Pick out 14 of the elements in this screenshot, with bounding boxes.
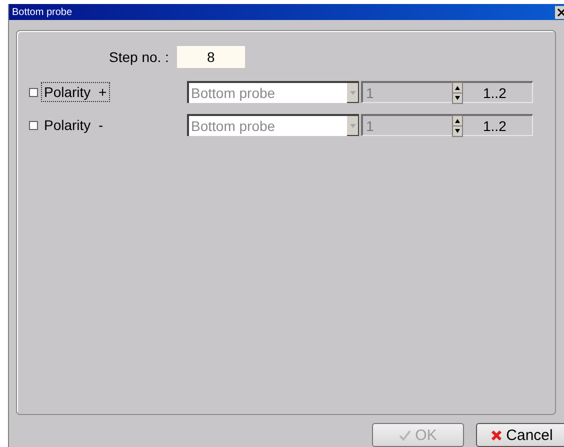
window-title: Bottom probe xyxy=(12,6,72,18)
spin-arrows-icon[interactable] xyxy=(452,114,463,136)
range-text: 1..2 xyxy=(483,118,506,134)
checkbox[interactable] xyxy=(29,120,38,130)
polarity-label[interactable]: Polarity - xyxy=(41,115,106,135)
polarity-label[interactable]: Polarity + xyxy=(41,82,110,102)
spin-arrows-icon[interactable] xyxy=(452,82,463,104)
cross-icon xyxy=(491,430,502,440)
step-label: Step no. : xyxy=(109,49,169,65)
step-field[interactable]: 8 xyxy=(176,46,245,68)
checkbox[interactable] xyxy=(29,88,38,96)
range-text: 1..2 xyxy=(483,84,506,100)
checkmark-icon xyxy=(399,430,412,440)
cancel-button[interactable]: Cancel xyxy=(476,423,564,447)
